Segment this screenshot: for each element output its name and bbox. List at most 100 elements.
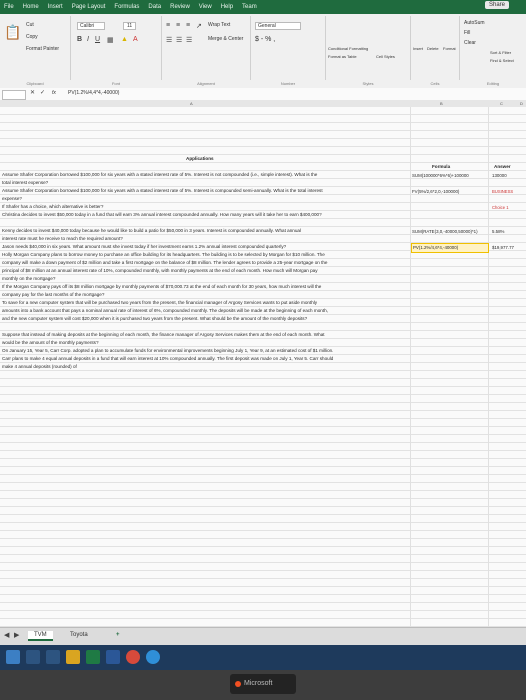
- question-cell[interactable]: Jason needs $40,000 in six years. What a…: [2, 244, 286, 250]
- column-header-b[interactable]: B: [440, 101, 443, 106]
- question-cell[interactable]: If Shafer has a choice, which alternativ…: [2, 204, 103, 210]
- question-cell[interactable]: make 4 annual deposits (rounded) of: [2, 364, 77, 370]
- question-cell[interactable]: total interest expense?: [2, 180, 48, 186]
- edge-icon[interactable]: [146, 650, 160, 664]
- word-icon[interactable]: [106, 650, 120, 664]
- question-cell[interactable]: company will make a down payment of $2 m…: [2, 260, 328, 266]
- find-select-button[interactable]: Find & Select: [490, 58, 514, 63]
- search-icon[interactable]: [26, 650, 40, 664]
- worksheet-grid[interactable]: Applications Formula Answer Assume Shafe…: [0, 107, 526, 627]
- align-right-icon[interactable]: ☰: [186, 36, 192, 44]
- windows-start-icon[interactable]: [6, 650, 20, 664]
- currency-format-buttons[interactable]: $ - % ,: [255, 36, 275, 43]
- orientation-icon[interactable]: ↗: [196, 22, 202, 30]
- tab-home[interactable]: Home: [23, 4, 39, 10]
- question-cell[interactable]: Kenny decides to invest $40,000 today be…: [2, 228, 301, 234]
- sheet-tab-tvm[interactable]: TVM: [28, 631, 53, 641]
- formula-cell[interactable]: SUM(100000*6%*6)+100000: [412, 173, 469, 178]
- underline-icon[interactable]: U: [95, 36, 100, 43]
- formula-cell[interactable]: SUM(RATE(3,0,-40000,50000)*1): [412, 229, 478, 234]
- tab-data[interactable]: Data: [148, 4, 161, 10]
- formula-input[interactable]: PV(1.2%/4,4*4,-40000): [68, 90, 119, 96]
- question-cell[interactable]: To save for a new computer system that w…: [2, 300, 317, 306]
- font-name-select[interactable]: Calibri: [77, 22, 106, 30]
- format-cells-button[interactable]: Format: [443, 46, 456, 51]
- align-left-icon[interactable]: ☰: [166, 36, 172, 44]
- question-cell[interactable]: Holly Morgan Company plans to borrow mon…: [2, 252, 325, 258]
- question-cell[interactable]: Assume Shafer Corporation borrowed $100,…: [2, 172, 317, 178]
- tab-help[interactable]: Help: [221, 4, 233, 10]
- sheet-tab-toyota[interactable]: Toyota: [64, 631, 94, 639]
- answer-cell[interactable]: Choice 1: [492, 205, 509, 210]
- scroll-left-icon[interactable]: ◀: [4, 631, 9, 639]
- format-as-table-button[interactable]: Format as Table: [328, 54, 357, 59]
- column-header-d[interactable]: D: [520, 101, 523, 106]
- question-cell[interactable]: expense?: [2, 196, 22, 202]
- answer-cell[interactable]: BUSINESS: [492, 189, 513, 194]
- answer-column-header[interactable]: Answer: [494, 164, 511, 170]
- task-view-icon[interactable]: [46, 650, 60, 664]
- question-cell[interactable]: Assume Shafer Corporation borrowed $100,…: [2, 188, 323, 194]
- answer-cell[interactable]: 5.58%: [492, 229, 504, 234]
- format-painter-button[interactable]: Format Painter: [26, 46, 59, 52]
- copy-button[interactable]: Copy: [26, 34, 38, 40]
- fx-label[interactable]: fx: [52, 90, 56, 96]
- chrome-icon[interactable]: [126, 650, 140, 664]
- confirm-entry-icon[interactable]: ✓: [40, 89, 45, 96]
- clear-button[interactable]: Clear: [464, 40, 476, 46]
- answer-cell[interactable]: 130000: [492, 173, 507, 178]
- sheet-title[interactable]: Applications: [186, 156, 214, 162]
- tab-insert[interactable]: Insert: [48, 4, 63, 10]
- fill-color-icon[interactable]: ▲: [121, 36, 128, 43]
- delete-cells-button[interactable]: Delete: [427, 46, 439, 51]
- excel-icon[interactable]: [86, 650, 100, 664]
- tab-review[interactable]: Review: [170, 4, 190, 10]
- align-top-icon[interactable]: ≡: [166, 22, 170, 29]
- question-cell[interactable]: On January 15, Year 5, Carr Corp. adopte…: [2, 348, 333, 354]
- bold-icon[interactable]: B: [77, 36, 82, 43]
- column-header-c[interactable]: C: [500, 101, 503, 106]
- column-header-a[interactable]: A: [190, 101, 193, 106]
- answer-cell[interactable]: $19,977.77: [492, 245, 514, 250]
- fill-button[interactable]: Fill: [464, 30, 470, 36]
- align-bottom-icon[interactable]: ≡: [186, 22, 190, 29]
- align-center-icon[interactable]: ☰: [176, 36, 182, 44]
- merge-center-button[interactable]: Merge & Center: [208, 36, 243, 42]
- wrap-text-button[interactable]: Wrap Text: [208, 22, 230, 28]
- conditional-formatting-button[interactable]: Conditional Formatting: [328, 46, 368, 51]
- file-explorer-icon[interactable]: [66, 650, 80, 664]
- question-cell[interactable]: and the new computer system will cost $2…: [2, 316, 307, 322]
- autosum-button[interactable]: AutoSum: [464, 20, 485, 26]
- insert-cells-button[interactable]: Insert: [413, 46, 423, 51]
- share-button[interactable]: Share: [484, 1, 509, 9]
- scroll-right-icon[interactable]: ▶: [14, 631, 19, 639]
- question-cell[interactable]: would be the amount of the monthly payme…: [2, 340, 99, 346]
- formula-cell[interactable]: PV(1.2%/4,6*4,-40000): [413, 245, 458, 250]
- formula-cell[interactable]: FV(5%/2,6*2,0,-100000): [412, 189, 459, 194]
- formula-column-header[interactable]: Formula: [432, 164, 450, 170]
- question-cell[interactable]: principal of $8 million at an annual int…: [2, 268, 318, 274]
- paste-icon[interactable]: 📋: [4, 24, 21, 41]
- question-cell[interactable]: company pay for the last months of the m…: [2, 292, 104, 298]
- name-box[interactable]: [2, 90, 26, 100]
- borders-icon[interactable]: ▦: [107, 36, 114, 44]
- font-color-icon[interactable]: A: [133, 36, 138, 43]
- question-cell[interactable]: amounts into a bank account that pays a …: [2, 308, 328, 314]
- tab-page-layout[interactable]: Page Layout: [72, 4, 106, 10]
- tab-view[interactable]: View: [199, 4, 212, 10]
- tab-formulas[interactable]: Formulas: [114, 4, 139, 10]
- question-cell[interactable]: Suppose that instead of making deposits …: [2, 332, 325, 338]
- italic-icon[interactable]: I: [87, 36, 89, 43]
- question-cell[interactable]: interest rate must he receive to reach t…: [2, 236, 123, 242]
- cell-styles-button[interactable]: Cell Styles: [376, 54, 395, 59]
- add-sheet-button[interactable]: +: [110, 631, 126, 639]
- number-format-select[interactable]: General: [255, 22, 301, 30]
- question-cell[interactable]: monthly on the mortgage?: [2, 276, 55, 282]
- tab-file[interactable]: File: [4, 4, 14, 10]
- question-cell[interactable]: Carr plans to make 4 equal annual deposi…: [2, 356, 333, 362]
- sort-filter-button[interactable]: Sort & Filter: [490, 50, 511, 55]
- tab-team[interactable]: Team: [242, 4, 257, 10]
- font-size-select[interactable]: 11: [123, 22, 137, 30]
- cancel-entry-icon[interactable]: ✕: [30, 89, 35, 96]
- question-cell[interactable]: Christina decides to invest $50,000 toda…: [2, 212, 322, 218]
